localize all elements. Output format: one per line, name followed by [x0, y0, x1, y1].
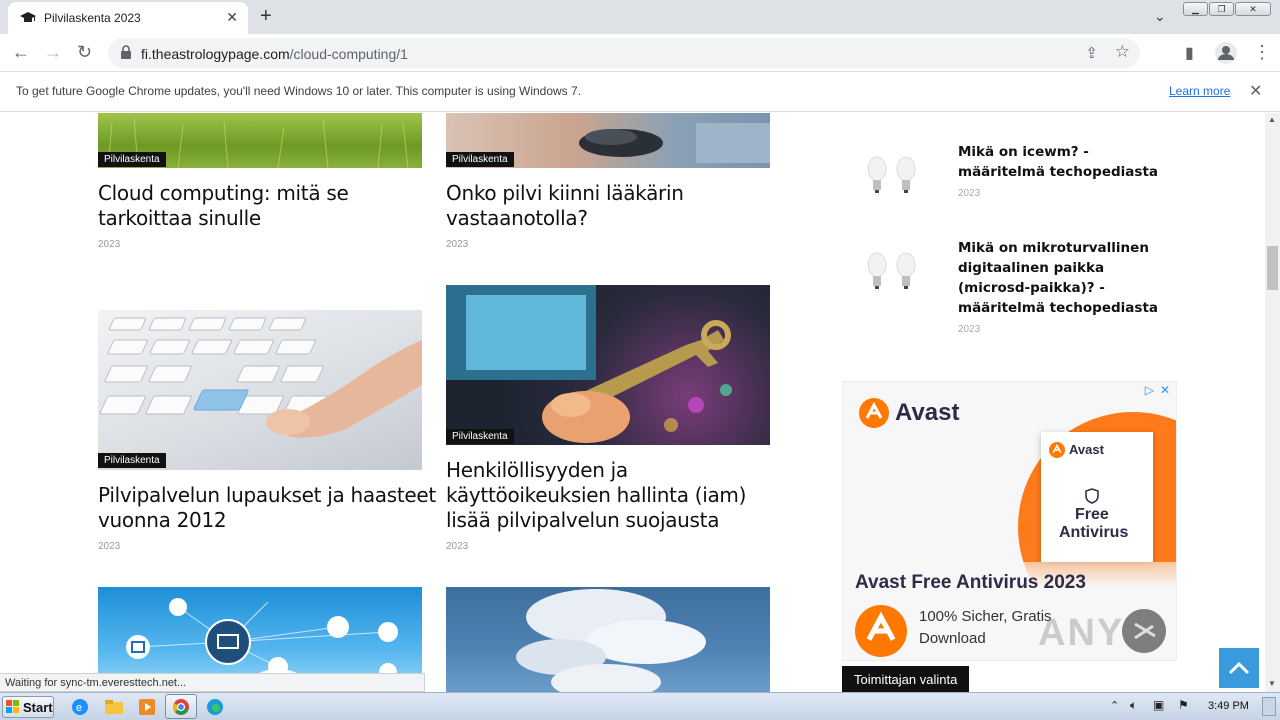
start-button[interactable]: Start [2, 696, 54, 718]
internet-explorer-icon[interactable]: e [68, 696, 92, 718]
new-tab-button[interactable]: + [260, 5, 272, 28]
show-desktop-button[interactable] [1262, 697, 1276, 716]
profile-avatar-icon[interactable] [1215, 42, 1237, 64]
scroll-down-arrow-icon[interactable]: ▼ [1268, 679, 1276, 688]
avast-advertisement[interactable]: ▷ ✕ Avast Avast Free Antivirus Avast Fre… [842, 381, 1177, 661]
svg-text:e: e [76, 702, 82, 714]
avast-logo-icon [859, 398, 889, 428]
address-bar[interactable]: fi.theastrologypage.com/cloud-computing/… [108, 38, 1140, 68]
light-bulbs-image[interactable] [862, 153, 922, 203]
article-title[interactable]: Cloud computing: mitä se tarkoittaa sinu… [98, 181, 438, 231]
play-watermark-icon [1122, 609, 1166, 653]
browser-toolbar: ← → ↻ fi.theastrologypage.com/cloud-comp… [0, 34, 1280, 72]
adchoices-icon[interactable]: ▷ [1145, 383, 1154, 397]
scroll-up-arrow-icon[interactable]: ▲ [1268, 115, 1276, 124]
shield-icon [1085, 488, 1099, 504]
category-badge[interactable]: Pilvilaskenta [98, 152, 166, 167]
network-icon[interactable]: ▣ [1153, 698, 1164, 712]
kebab-menu-icon[interactable]: ⋮ [1253, 42, 1271, 63]
chrome-taskbar-button[interactable] [165, 694, 197, 719]
article-year: 2023 [98, 541, 121, 552]
tab-close-icon[interactable]: ✕ [226, 9, 238, 26]
show-hidden-icons-chevron-icon[interactable]: ⌃ [1110, 699, 1119, 712]
chrome-icon [173, 699, 189, 715]
ad-subtext-2: Download [919, 630, 986, 647]
edge-icon[interactable] [203, 696, 227, 718]
minimize-button[interactable]: ▁ [1183, 2, 1208, 16]
back-arrow-icon[interactable]: ← [12, 42, 30, 63]
tab-title: Pilvilaskenta 2023 [44, 11, 141, 25]
bookmark-star-icon[interactable]: ☆ [1115, 42, 1130, 62]
article-title[interactable]: Henkilöllisyyden ja käyttöoikeuksien hal… [446, 458, 791, 533]
infobar-close-icon[interactable]: ✕ [1249, 81, 1262, 101]
scroll-to-top-button[interactable] [1219, 648, 1259, 688]
ad-product-box: Avast Free Antivirus [1041, 432, 1153, 562]
browser-tab[interactable]: Pilvilaskenta 2023 ✕ [8, 2, 248, 34]
share-icon[interactable]: ⇪ [1085, 44, 1098, 62]
light-bulbs-image[interactable] [862, 249, 922, 299]
ad-headline: Avast Free Antivirus 2023 [855, 572, 1086, 593]
media-player-icon[interactable] [135, 696, 159, 718]
article-thumbnail-key[interactable] [446, 285, 770, 445]
article-year: 2023 [446, 541, 469, 552]
scrollbar-thumb[interactable] [1267, 246, 1278, 290]
category-badge[interactable]: Pilvilaskenta [98, 453, 166, 468]
sidebar-article-year: 2023 [958, 324, 981, 335]
reload-icon[interactable]: ↻ [77, 42, 92, 63]
window-close-button[interactable]: ✕ [1235, 2, 1271, 16]
status-bubble: Waiting for sync-tm.everesttech.net... [0, 673, 425, 692]
chrome-update-infobar: To get future Google Chrome updates, you… [0, 72, 1280, 112]
taskbar-clock[interactable]: 3:49 PM [1208, 700, 1249, 712]
avast-box-logo-icon [1049, 442, 1065, 458]
url-text: fi.theastrologypage.com/cloud-computing/… [141, 46, 408, 62]
windows-logo-icon [6, 700, 19, 713]
side-panel-icon[interactable]: ▮ [1185, 43, 1194, 63]
article-thumbnail-cloud[interactable] [446, 587, 770, 692]
action-center-flag-icon[interactable]: ⚑ [1178, 698, 1189, 712]
tab-search-chevron-icon[interactable]: ⌄ [1154, 8, 1166, 25]
forward-arrow-icon[interactable]: → [44, 42, 62, 63]
file-explorer-icon[interactable] [102, 696, 126, 718]
sidebar-article-title[interactable]: Mikä on mikroturvallinen digitaalinen pa… [958, 238, 1158, 318]
learn-more-link[interactable]: Learn more [1169, 84, 1230, 98]
article-year: 2023 [446, 239, 469, 250]
ad-subtext-1: 100% Sicher, Gratis [919, 608, 1052, 625]
vertical-scrollbar[interactable]: ▲ ▼ [1265, 113, 1280, 692]
article-year: 2023 [98, 239, 121, 250]
windows-taskbar: Start e ⌃ 🔈︎ ▣ ⚑ 3:49 PM [0, 692, 1280, 720]
page-content: Pilvilaskenta Cloud computing: mitä se t… [0, 113, 1265, 692]
sidebar-article-year: 2023 [958, 188, 981, 199]
box-line1: Free [1075, 506, 1109, 523]
article-title[interactable]: Onko pilvi kiinni lääkärin vastaanotolla… [446, 181, 786, 231]
category-badge[interactable]: Pilvilaskenta [446, 152, 514, 167]
lock-icon [121, 45, 131, 59]
ad-close-icon[interactable]: ✕ [1160, 383, 1170, 397]
box-brand: Avast [1069, 442, 1104, 457]
tab-strip: Pilvilaskenta 2023 ✕ + ⌄ ▁ ❐ ✕ [0, 0, 1280, 34]
editors-choice-heading: Toimittajan valinta [842, 666, 970, 692]
article-title[interactable]: Pilvipalvelun lupaukset ja haasteet vuon… [98, 483, 438, 533]
box-line2: Antivirus [1059, 524, 1129, 541]
chevron-up-icon [1228, 661, 1250, 675]
ad-brand: Avast [895, 399, 960, 426]
avast-round-logo-icon [855, 605, 907, 657]
category-badge[interactable]: Pilvilaskenta [446, 429, 514, 444]
article-thumbnail-keyboard[interactable] [98, 310, 422, 470]
sidebar-article-title[interactable]: Mikä on icewm? - määritelmä techopediast… [958, 142, 1158, 182]
graduation-cap-icon [20, 12, 36, 22]
restore-button[interactable]: ❐ [1209, 2, 1234, 16]
volume-icon[interactable]: 🔈︎ [1130, 698, 1137, 713]
infobar-message: To get future Google Chrome updates, you… [16, 84, 582, 98]
